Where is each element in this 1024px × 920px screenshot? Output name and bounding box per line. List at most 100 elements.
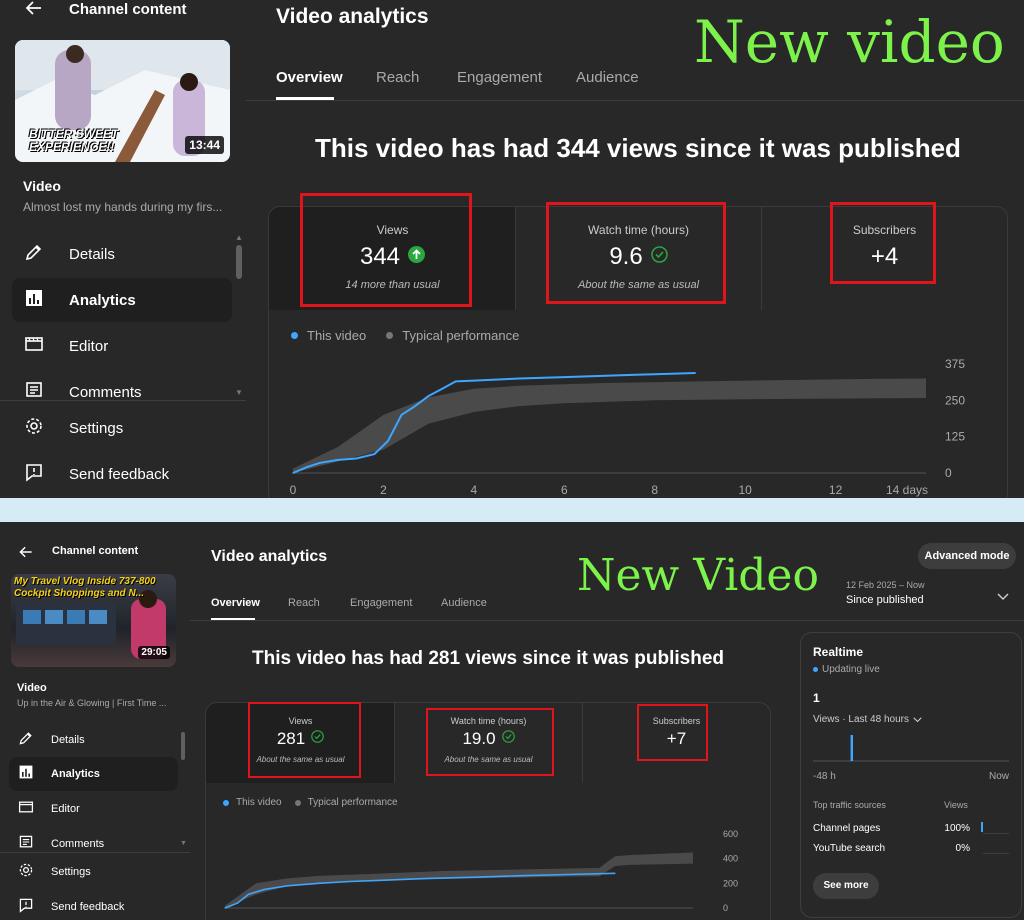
- tab-engagement[interactable]: Engagement: [457, 69, 542, 86]
- views-line-chart[interactable]: 0 2 4 6 8 10 12 14 days 375 250 125 0: [269, 349, 1008, 498]
- sidebar-item-editor[interactable]: Editor: [9, 792, 178, 826]
- video-title: Almost lost my hands during my firs...: [23, 200, 223, 214]
- sidebar-item-label: Settings: [51, 866, 91, 878]
- back-arrow-icon[interactable]: [24, 0, 44, 23]
- legend-this-video: This video: [236, 797, 282, 808]
- this-video-point: [614, 872, 616, 874]
- sidebar: Channel content My Travel Vlog Inside 73…: [0, 522, 190, 920]
- live-dot-icon: [813, 667, 818, 672]
- annotation-text: New Video: [577, 550, 819, 601]
- realtime-live-label: Updating live: [822, 664, 880, 675]
- sidebar-item-analytics[interactable]: Analytics: [12, 278, 232, 322]
- this-video-point: [349, 880, 351, 883]
- thumbnail-caption: BITTER SWEET EXPERIENCE!!: [29, 127, 119, 154]
- tab-audience[interactable]: Audience: [576, 69, 639, 86]
- chart-legend: This video Typical performance: [223, 797, 398, 808]
- page-title: Video analytics: [211, 548, 328, 565]
- legend-typical: Typical performance: [402, 328, 520, 343]
- traffic-source-name: Channel pages: [813, 823, 881, 834]
- sidebar-item-settings[interactable]: Settings: [9, 856, 178, 888]
- sidebar-item-details[interactable]: Details: [12, 232, 232, 276]
- traffic-source-track: [983, 833, 1009, 834]
- this-video-point: [414, 405, 416, 407]
- this-video-point: [305, 466, 308, 468]
- tab-reach[interactable]: Reach: [376, 69, 419, 86]
- channel-content-label[interactable]: Channel content: [69, 1, 187, 18]
- traffic-sources-header: Top traffic sources: [813, 800, 886, 810]
- back-arrow-icon[interactable]: [18, 544, 34, 565]
- sidebar-divider: [0, 852, 190, 853]
- legend-dot-this-video: [291, 332, 298, 339]
- sidebar-item-label: Editor: [51, 803, 80, 815]
- gear-icon: [18, 862, 34, 883]
- tab-reach[interactable]: Reach: [288, 597, 320, 609]
- views-headline: This video has had 281 views since it wa…: [252, 648, 724, 669]
- scrollbar-thumb[interactable]: [181, 732, 185, 760]
- channel-content-label[interactable]: Channel content: [52, 545, 138, 557]
- traffic-source-value: 100%: [944, 823, 970, 834]
- scroll-down-icon[interactable]: ▼: [180, 840, 187, 847]
- this-video-point: [428, 395, 430, 397]
- traffic-source-name: YouTube search: [813, 843, 886, 854]
- tab-engagement[interactable]: Engagement: [350, 597, 412, 609]
- sidebar-item-details[interactable]: Details: [9, 723, 178, 757]
- date-range-value[interactable]: Since published: [846, 594, 924, 606]
- tab-audience[interactable]: Audience: [441, 597, 487, 609]
- this-video-point: [455, 380, 457, 383]
- highlight-box-views: [248, 702, 361, 778]
- highlight-box-watch-time: [426, 708, 554, 776]
- y-tick-label: 400: [723, 854, 738, 864]
- realtime-live-indicator: Updating live: [813, 664, 880, 675]
- tab-overview[interactable]: Overview: [211, 597, 260, 609]
- this-video-point: [337, 459, 339, 461]
- highlight-box-views: [300, 193, 472, 307]
- sidebar-item-settings[interactable]: Settings: [12, 406, 232, 450]
- realtime-bar-chart[interactable]: [813, 729, 1009, 767]
- thumbnail-caption: My Travel Vlog Inside 737-800 Cockpit Sh…: [14, 576, 156, 599]
- editor-icon: [18, 799, 34, 820]
- realtime-axis-right: Now: [989, 771, 1010, 782]
- duration-badge: 13:44: [185, 136, 224, 154]
- scroll-up-icon[interactable]: ▲: [235, 233, 243, 242]
- top-screenshot: Channel content BITTER SWEET EXPERIENCE!…: [0, 0, 1024, 498]
- legend-dot-typical: [294, 799, 301, 806]
- views-line-chart[interactable]: 051015202530 days6004002000: [206, 815, 771, 920]
- realtime-bar: [850, 735, 854, 761]
- legend-this-video: This video: [307, 328, 367, 343]
- gear-icon: [24, 416, 44, 441]
- this-video-point: [286, 885, 288, 887]
- chevron-down-icon[interactable]: [997, 588, 1009, 606]
- x-tick-label: 4: [471, 483, 478, 497]
- see-more-button[interactable]: See more: [813, 873, 879, 899]
- video-thumbnail[interactable]: My Travel Vlog Inside 737-800 Cockpit Sh…: [11, 574, 176, 667]
- y-tick-label: 125: [945, 430, 965, 444]
- realtime-title: Realtime: [813, 645, 864, 659]
- x-tick-label: 2: [380, 483, 387, 497]
- tab-overview[interactable]: Overview: [276, 69, 343, 86]
- sidebar-item-feedback[interactable]: Send feedback: [12, 452, 232, 496]
- legend-dot-this-video: [223, 799, 229, 806]
- traffic-source-track: [983, 853, 1009, 854]
- realtime-metric-select[interactable]: Views · Last 48 hours: [813, 710, 922, 728]
- this-video-point: [520, 875, 522, 877]
- typical-performance-band: [293, 378, 926, 473]
- sidebar: Channel content BITTER SWEET EXPERIENCE!…: [0, 0, 246, 498]
- scroll-down-icon[interactable]: ▼: [235, 388, 243, 397]
- sidebar-item-label: Comments: [51, 838, 105, 850]
- sidebar-item-label: Details: [69, 245, 115, 263]
- this-video-point: [263, 888, 265, 891]
- this-video-point: [567, 873, 569, 876]
- sidebar-item-label: Analytics: [51, 768, 100, 780]
- sidebar-item-label: Send feedback: [69, 465, 170, 483]
- chart-legend: This video Typical performance: [291, 328, 519, 343]
- scrollbar-thumb[interactable]: [236, 245, 242, 279]
- sidebar-item-label: Send feedback: [51, 901, 125, 913]
- advanced-mode-button[interactable]: Advanced mode: [918, 543, 1016, 569]
- sidebar-item-feedback[interactable]: Send feedback: [9, 891, 178, 920]
- video-thumbnail[interactable]: BITTER SWEET EXPERIENCE!! 13:44: [15, 40, 230, 162]
- sidebar-item-analytics[interactable]: Analytics: [9, 757, 178, 791]
- page-title: Video analytics: [276, 5, 429, 28]
- sidebar-item-editor[interactable]: Editor: [12, 324, 232, 368]
- feedback-icon: [24, 462, 44, 487]
- sidebar-item-label: Comments: [69, 383, 142, 401]
